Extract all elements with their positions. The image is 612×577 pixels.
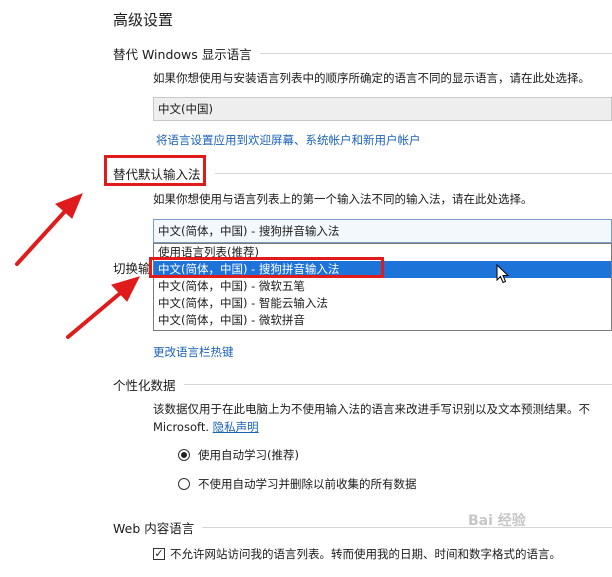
section-divider: [202, 527, 612, 528]
change-language-bar-hotkey-link[interactable]: 更改语言栏热键: [153, 344, 234, 360]
radio-button[interactable]: [178, 478, 190, 490]
baidu-watermark: Bai 经验: [468, 513, 526, 529]
radio-auto-learning-label: 使用自动学习(推荐): [198, 448, 299, 462]
web-language-checkbox-label: 不允许网站访问我的语言列表。转而使用我的日期、时间和数字格式的语言。: [170, 547, 561, 561]
radio-auto-learning[interactable]: 使用自动学习(推荐): [178, 447, 299, 463]
personalization-heading-text: 个性化数据: [113, 378, 176, 393]
personalization-description-cont: Microsoft. 隐私声明: [153, 419, 259, 435]
radio-button-selected[interactable]: [178, 449, 190, 461]
radio-no-auto-learning[interactable]: 不使用自动学习并删除以前收集的所有数据: [178, 476, 417, 492]
web-language-checkbox-row[interactable]: ✓ 不允许网站访问我的语言列表。转而使用我的日期、时间和数字格式的语言。: [153, 546, 561, 562]
web-language-heading: Web 内容语言: [113, 518, 612, 537]
radio-no-auto-learning-label: 不使用自动学习并删除以前收集的所有数据: [198, 477, 417, 491]
personalization-heading: 个性化数据: [113, 375, 612, 394]
privacy-statement-link[interactable]: 隐私声明: [213, 420, 259, 434]
section-divider: [183, 384, 612, 385]
checkbox-checked[interactable]: ✓: [153, 548, 165, 560]
microsoft-text: Microsoft.: [153, 420, 209, 434]
radio-dot: [181, 452, 187, 458]
web-language-heading-text: Web 内容语言: [113, 521, 195, 536]
personalization-description: 该数据仅用于在此电脑上为不使用输入法的语言来改进手写识别以及文本预测结果。不: [153, 402, 590, 416]
